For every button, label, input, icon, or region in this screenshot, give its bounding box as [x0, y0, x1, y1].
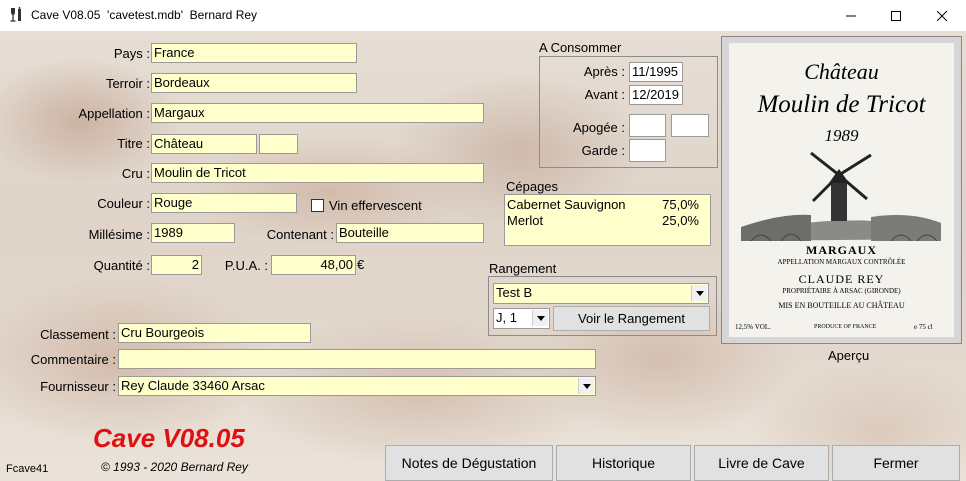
apercu-caption: Aperçu: [828, 348, 870, 363]
maximize-button[interactable]: [873, 0, 919, 31]
cave-dropdown[interactable]: Test B: [493, 283, 709, 304]
titre-label: Titre :: [117, 136, 150, 151]
couleur-field[interactable]: Rouge: [151, 193, 297, 213]
pua-field[interactable]: 48,00: [271, 255, 356, 275]
label-proprietaire: PROPRIÉTAIRE À ARSAC (GIRONDE): [782, 287, 901, 295]
apres-label: Après :: [583, 64, 625, 79]
pays-label: Pays :: [113, 46, 150, 61]
garde-field[interactable]: [629, 139, 666, 162]
appellation-label: Appellation :: [78, 106, 150, 121]
apogee-field-1[interactable]: [629, 114, 666, 137]
label-mise: MIS EN BOUTEILLE AU CHÂTEAU: [778, 301, 905, 310]
label-producer: CLAUDE REY: [798, 272, 885, 286]
label-size: e 75 cl: [914, 323, 933, 331]
fournisseur-value: Rey Claude 33460 Arsac: [121, 378, 265, 393]
commentaire-label: Commentaire :: [30, 352, 116, 367]
cepage-name: Cabernet Sauvignon: [507, 197, 626, 212]
commentaire-field[interactable]: [118, 349, 596, 369]
rangement-title: Rangement: [489, 261, 557, 276]
chevron-down-icon[interactable]: [532, 310, 548, 326]
apogee-label: Apogée :: [572, 120, 625, 135]
classement-field[interactable]: Cru Bourgeois: [118, 323, 311, 343]
contenant-label: Contenant :: [266, 227, 334, 242]
consommer-title: A Consommer: [539, 40, 622, 55]
millesime-label: Millésime :: [88, 227, 150, 242]
pua-label: P.U.A. :: [224, 258, 268, 273]
list-item[interactable]: Merlot 25,0%: [507, 213, 699, 229]
apres-field[interactable]: 11/1995: [629, 62, 683, 82]
terroir-label: Terroir :: [105, 76, 150, 91]
wine-label-image[interactable]: Château Moulin de Tricot 1989 MARGAUX AP…: [729, 43, 954, 337]
chevron-down-icon[interactable]: [691, 285, 707, 301]
label-produce: PRODUCE OF FRANCE: [814, 324, 877, 330]
contenant-field[interactable]: Bouteille: [336, 223, 484, 243]
list-item[interactable]: Cabernet Sauvignon 75,0%: [507, 197, 699, 213]
window-title: Cave V08.05 'cavetest.mdb' Bernard Rey: [31, 8, 258, 22]
quantite-label: Quantité :: [93, 258, 150, 273]
form-client-area: Pays : France Terroir : Bordeaux Appella…: [0, 31, 966, 481]
classement-label: Classement :: [40, 327, 116, 342]
cru-label: Cru :: [121, 166, 150, 181]
pays-field[interactable]: France: [151, 43, 357, 63]
avant-label: Avant :: [584, 87, 625, 102]
label-chateau: Château: [804, 59, 879, 84]
quantite-field[interactable]: 2: [151, 255, 202, 275]
effervescent-label: Vin effervescent: [329, 198, 422, 213]
title-bar: Cave V08.05 'cavetest.mdb' Bernard Rey: [0, 0, 966, 31]
wine-glass-icon: [10, 7, 21, 22]
appellation-field[interactable]: Margaux: [151, 103, 484, 123]
position-value: J, 1: [496, 310, 517, 325]
effervescent-checkbox[interactable]: [311, 199, 324, 212]
cepage-name: Merlot: [507, 213, 544, 228]
notes-degustation-button[interactable]: Notes de Dégustation: [385, 445, 553, 481]
titre-field[interactable]: Château: [151, 134, 257, 154]
cepages-title: Cépages: [506, 179, 559, 194]
currency-symbol: €: [357, 257, 365, 272]
apogee-field-2[interactable]: [671, 114, 709, 137]
label-year: 1989: [824, 126, 859, 145]
position-dropdown[interactable]: J, 1: [493, 308, 550, 329]
form-id-label: Fcave41: [6, 463, 49, 475]
label-appellation: MARGAUX: [806, 243, 877, 257]
cave-value: Test B: [496, 285, 533, 300]
label-controlee: APPELLATION MARGAUX CONTRÔLÉE: [777, 258, 906, 266]
close-icon: [937, 10, 947, 21]
cepage-pct: 75,0%: [662, 197, 699, 212]
chevron-down-icon[interactable]: [578, 378, 594, 394]
label-vol: 12,5% VOL.: [735, 323, 771, 331]
copyright-text: © 1993 - 2020 Bernard Rey: [101, 460, 248, 474]
historique-button[interactable]: Historique: [556, 445, 691, 481]
windmill-icon: [741, 151, 941, 241]
maximize-icon: [891, 10, 901, 21]
minimize-icon: [846, 15, 856, 16]
voir-rangement-button[interactable]: Voir le Rangement: [553, 306, 710, 331]
livre-de-cave-button[interactable]: Livre de Cave: [694, 445, 829, 481]
titre-field-2[interactable]: [259, 134, 298, 154]
label-preview-frame: Château Moulin de Tricot 1989 MARGAUX AP…: [721, 36, 962, 344]
brand-title: Cave V08.05: [93, 423, 245, 453]
fournisseur-label: Fournisseur :: [40, 379, 116, 394]
couleur-label: Couleur :: [97, 196, 150, 211]
avant-field[interactable]: 12/2019: [629, 85, 683, 105]
garde-label: Garde :: [581, 143, 625, 158]
cru-field[interactable]: Moulin de Tricot: [151, 163, 484, 183]
millesime-field[interactable]: 1989: [151, 223, 235, 243]
terroir-field[interactable]: Bordeaux: [151, 73, 357, 93]
cepage-pct: 25,0%: [662, 213, 699, 228]
minimize-button[interactable]: [828, 0, 874, 31]
cepages-list[interactable]: Cabernet Sauvignon 75,0% Merlot 25,0%: [504, 194, 711, 246]
fournisseur-dropdown[interactable]: Rey Claude 33460 Arsac: [118, 376, 596, 396]
fermer-button[interactable]: Fermer: [832, 445, 960, 481]
close-button[interactable]: [919, 0, 965, 31]
label-name: Moulin de Tricot: [757, 91, 926, 118]
